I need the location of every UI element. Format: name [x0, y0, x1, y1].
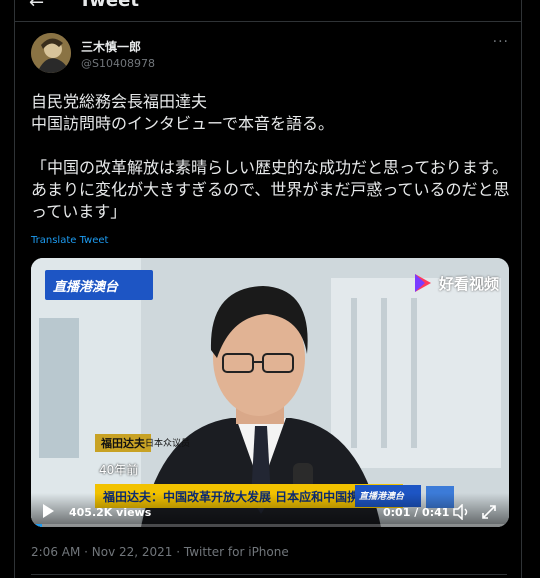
play-icon[interactable] [43, 504, 54, 518]
volume-icon[interactable] [453, 504, 471, 520]
fullscreen-icon[interactable] [481, 504, 497, 520]
tweet-panel: ← Tweet 三木慎一郎 @S10408978 ··· 自民党総務会長福田達夫… [14, 0, 522, 578]
translate-tweet-link[interactable]: Translate Tweet [31, 235, 108, 246]
back-arrow-icon[interactable]: ← [29, 0, 44, 13]
author-name[interactable]: 三木慎一郎 [81, 38, 141, 55]
video-time: 0:01 / 0:41 [383, 506, 450, 519]
page-title: Tweet [79, 0, 139, 11]
play-logo-icon [414, 274, 431, 292]
tweet-text: 自民党総務会長福田達夫 中国訪問時のインタビューで本音を語る。 「中国の改革解放… [31, 92, 510, 221]
speaker-name-caption: 福田达夫 [95, 434, 151, 452]
avatar[interactable] [31, 33, 71, 73]
author-handle[interactable]: @S10408978 [81, 57, 155, 70]
subtitle-text: 40年前 [99, 463, 139, 477]
video-controls: 405.2K views 0:01 / 0:41 [31, 493, 509, 527]
watermark-text: 好看视频 [438, 274, 499, 293]
more-options-icon[interactable]: ··· [493, 34, 509, 50]
tweet-metadata: 2:06 AM · Nov 22, 2021 · Twitter for iPh… [31, 545, 289, 559]
video-player[interactable]: 直播港澳台 好看视频 福田达夫 日本众议员 40年前 福田达夫：中国改革开放大发… [31, 258, 509, 527]
video-progress-fill [31, 524, 43, 527]
divider [31, 574, 507, 575]
channel-logo: 直播港澳台 [45, 270, 153, 300]
speaker-role-caption: 日本众议员 [145, 439, 191, 449]
watermark-logo: 好看视频 [411, 270, 499, 296]
top-bar: ← Tweet [15, 0, 521, 22]
video-progress-bar[interactable] [31, 524, 509, 527]
avatar-image-icon [31, 33, 71, 73]
view-count: 405.2K views [69, 506, 152, 519]
channel-logo-text: 直播港澳台 [53, 280, 119, 295]
